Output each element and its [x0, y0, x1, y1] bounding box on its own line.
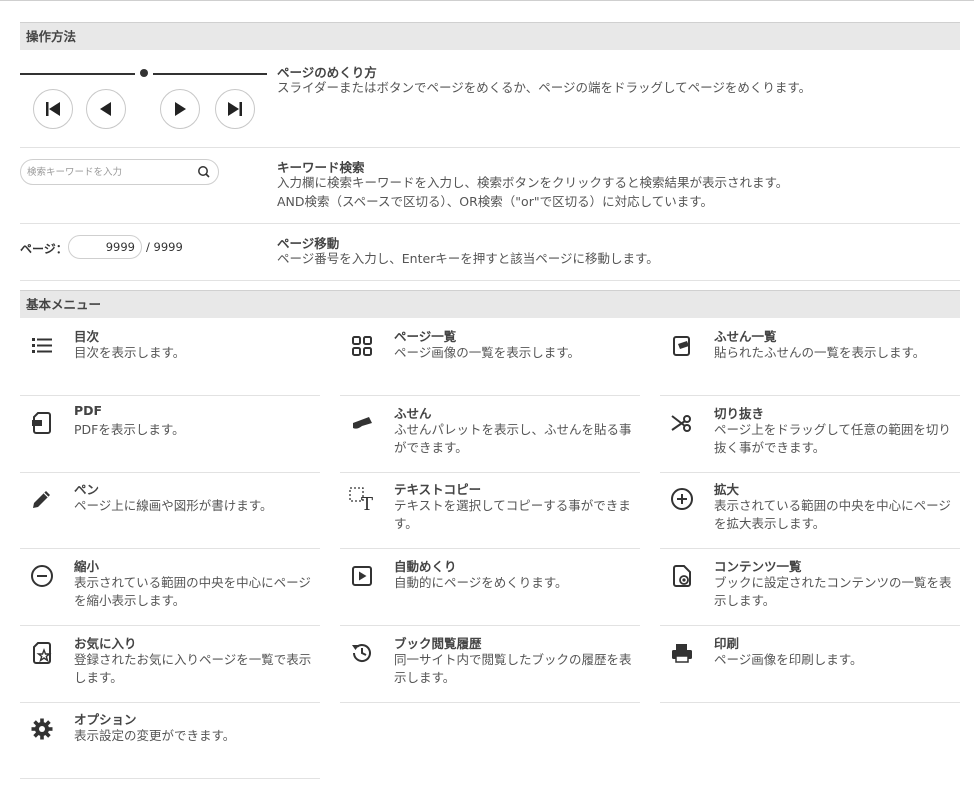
first-page-icon	[46, 102, 60, 116]
page-total: / 9999	[146, 240, 183, 254]
menu-item-desc: ページ画像の一覧を表示します。	[394, 345, 581, 360]
page-move-row: ページ： / 9999 ページ移動 ページ番号を入力し、Enterキーを押すと該…	[20, 223, 960, 281]
menu-item-print[interactable]: 印刷 ページ画像を印刷します。	[660, 626, 960, 703]
operation-section-header: 操作方法	[20, 22, 960, 50]
menu-item-clip[interactable]: 切り抜き ページ上をドラッグして任意の範囲を切り抜く事ができます。	[660, 396, 960, 473]
pdf-icon	[29, 410, 55, 436]
previous-page-icon	[100, 102, 111, 116]
menu-item-title: ふせん一覧	[714, 329, 777, 344]
page-move-desc: ページ番号を入力し、Enterキーを押すと該当ページに移動します。	[277, 251, 659, 266]
menu-item-title: コンテンツ一覧	[714, 559, 802, 574]
list-icon	[29, 333, 55, 359]
menu-item-zoom-in[interactable]: 拡大 表示されている範囲の中央を中心にページを拡大表示します。	[660, 472, 960, 549]
history-icon	[349, 640, 375, 666]
top-border	[0, 0, 974, 1]
svg-text:T: T	[361, 494, 373, 512]
menu-item-title: オプション	[74, 712, 137, 727]
menu-item-desc: 自動的にページをめくります。	[394, 575, 568, 590]
menu-item-text-copy[interactable]: T テキストコピー テキストを選択してコピーする事ができます。	[340, 472, 640, 549]
menu-item-toc[interactable]: 目次 目次を表示します。	[20, 319, 320, 396]
last-page-button[interactable]	[215, 89, 255, 129]
last-page-icon	[228, 102, 242, 116]
contents-list-icon	[669, 563, 695, 589]
menu-item-sticky-list[interactable]: ふせん一覧 貼られたふせんの一覧を表示します。	[660, 319, 960, 396]
menu-item-sticky[interactable]: ふせん ふせんパレットを表示し、ふせんを貼る事ができます。	[340, 396, 640, 473]
sticky-list-icon	[669, 333, 695, 359]
slider-handle[interactable]	[140, 69, 148, 77]
menu-item-favorite[interactable]: お気に入り 登録されたお気に入りページを一覧で表示します。	[20, 626, 320, 703]
text-copy-icon: T	[349, 486, 375, 512]
menu-item-title: お気に入り	[74, 636, 137, 651]
print-icon	[669, 640, 695, 666]
menu-item-title: 自動めくり	[394, 559, 457, 574]
menu-item-title: テキストコピー	[394, 482, 482, 497]
menu-item-zoom-out[interactable]: 縮小 表示されている範囲の中央を中心にページを縮小表示します。	[20, 549, 320, 626]
page-label: ページ：	[20, 242, 68, 256]
menu-item-desc: PDFを表示します。	[74, 422, 185, 437]
pen-icon	[29, 486, 55, 512]
menu-item-desc: ページ画像を印刷します。	[714, 652, 863, 667]
gear-icon	[29, 716, 55, 742]
menu-item-title: ブック閲覧履歴	[394, 636, 482, 651]
menu-item-desc: ブックに設定されたコンテンツの一覧を表示します。	[714, 575, 952, 608]
slider-track-right[interactable]	[153, 73, 267, 75]
menu-item-title: ふせん	[394, 406, 432, 421]
previous-page-button[interactable]	[86, 89, 126, 129]
menu-item-title: 目次	[74, 329, 100, 344]
page-turn-row: ページのめくり方 スライダーまたはボタンでページをめくるか、ページの端をドラッグ…	[20, 51, 960, 148]
menu-item-page-list[interactable]: ページ一覧 ページ画像の一覧を表示します。	[340, 319, 640, 396]
grid-icon	[349, 333, 375, 359]
menu-item-title: ページ一覧	[394, 329, 457, 344]
menu-item-desc: 目次を表示します。	[74, 345, 186, 360]
menu-item-pen[interactable]: ペン ページ上に線画や図形が書けます。	[20, 472, 320, 549]
menu-item-title: 縮小	[74, 559, 100, 574]
favorite-icon	[29, 640, 55, 666]
menu-item-contents-list[interactable]: コンテンツ一覧 ブックに設定されたコンテンツの一覧を表示します。	[660, 549, 960, 626]
autoplay-icon	[349, 563, 375, 589]
slider-track-left[interactable]	[20, 73, 135, 75]
menu-item-desc: テキストを選択してコピーする事ができます。	[394, 498, 631, 531]
menu-item-title: PDF	[74, 403, 103, 418]
menu-item-desc: 貼られたふせんの一覧を表示します。	[714, 345, 926, 360]
menu-item-desc: 表示されている範囲の中央を中心にページを縮小表示します。	[74, 575, 311, 608]
menu-item-desc: 同一サイト内で閲覧したブックの履歴を表示します。	[394, 652, 632, 685]
menu-item-title: ペン	[74, 482, 100, 497]
menu-item-pdf[interactable]: PDF PDFを表示します。	[20, 396, 320, 473]
menu-item-title: 切り抜き	[714, 406, 765, 421]
zoom-in-icon	[669, 486, 695, 512]
search-box	[20, 159, 219, 185]
menu-item-history[interactable]: ブック閲覧履歴 同一サイト内で閲覧したブックの履歴を表示します。	[340, 626, 640, 703]
keyword-search-desc-1: 入力欄に検索キーワードを入力し、検索ボタンをクリックすると検索結果が表示されます…	[277, 175, 789, 190]
menu-item-desc: 登録されたお気に入りページを一覧で表示します。	[74, 652, 312, 685]
keyword-search-row: キーワード検索 入力欄に検索キーワードを入力し、検索ボタンをクリックすると検索結…	[20, 147, 960, 224]
menu-item-title: 拡大	[714, 482, 740, 497]
search-icon[interactable]	[196, 164, 212, 180]
page-turn-desc: スライダーまたはボタンでページをめくるか、ページの端をドラッグしてページをめくり…	[277, 80, 812, 95]
menu-item-desc: ページ上に線画や図形が書けます。	[74, 498, 273, 513]
menu-item-title: 印刷	[714, 636, 740, 651]
menu-item-options[interactable]: オプション 表示設定の変更ができます。	[20, 702, 320, 779]
menu-item-desc: ページ上をドラッグして任意の範囲を切り抜く事ができます。	[714, 422, 951, 455]
zoom-out-icon	[29, 563, 55, 589]
first-page-button[interactable]	[33, 89, 73, 129]
menu-item-desc: 表示されている範囲の中央を中心にページを拡大表示します。	[714, 498, 951, 531]
menu-item-desc: 表示設定の変更ができます。	[74, 728, 236, 743]
menu-item-autoplay[interactable]: 自動めくり 自動的にページをめくります。	[340, 549, 640, 626]
next-page-button[interactable]	[160, 89, 200, 129]
next-page-icon	[175, 102, 186, 116]
keyword-search-desc-2: AND検索（スペースで区切る）、OR検索（"or"で区切る）に対応しています。	[277, 194, 713, 209]
scissors-icon	[669, 410, 695, 436]
menu-item-desc: ふせんパレットを表示し、ふせんを貼る事ができます。	[394, 422, 632, 455]
search-input[interactable]	[27, 163, 187, 181]
page-number-input[interactable]	[68, 235, 142, 259]
menu-section-header: 基本メニュー	[20, 290, 960, 318]
sticky-note-icon	[349, 410, 375, 436]
